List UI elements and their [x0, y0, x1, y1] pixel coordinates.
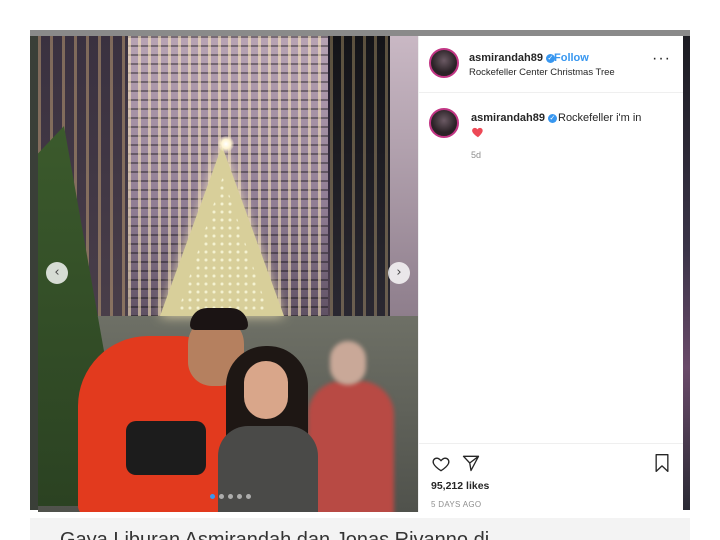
carousel-dot [246, 494, 251, 499]
likes-count[interactable]: 95,212 likes [431, 480, 489, 492]
comment-avatar[interactable] [429, 108, 459, 138]
share-send-icon[interactable] [461, 453, 481, 473]
avatar[interactable] [429, 48, 459, 78]
woman-face [244, 361, 288, 419]
building-right-facade [390, 36, 418, 336]
post-side-panel: asmirandah89 ✓ • Follow Rockefeller Cente… [418, 36, 683, 512]
header-username[interactable]: asmirandah89 ✓ [469, 52, 555, 64]
red-heart-icon [472, 127, 483, 138]
carousel-next-button[interactable]: › [388, 262, 410, 284]
post-date[interactable]: 5 DAYS AGO [431, 500, 481, 509]
post-photo[interactable]: ‹ › [38, 36, 418, 512]
article-caption-strip: Gaya Liburan Asmirandah dan Jonas Rivann… [30, 518, 690, 540]
post-header: asmirandah89 ✓ • Follow Rockefeller Cente… [419, 36, 683, 93]
embed-left-strip [30, 36, 38, 510]
bookmark-icon[interactable] [653, 453, 671, 473]
follow-separator: • [547, 51, 551, 63]
carousel-prev-button[interactable]: ‹ [46, 262, 68, 284]
header-username-text[interactable]: asmirandah89 [469, 52, 543, 64]
caption-text: Rockefeller i'm in [558, 112, 642, 124]
bystander-figure [308, 381, 394, 512]
man-hair [190, 308, 248, 330]
post-actions: 95,212 likes 5 DAYS AGO [419, 443, 683, 513]
follow-button[interactable]: Follow [554, 52, 589, 64]
article-caption: Gaya Liburan Asmirandah dan Jonas Rivann… [60, 529, 490, 540]
shoulder-bag [126, 421, 206, 475]
comment-username[interactable]: asmirandah89 ✓ [471, 112, 557, 124]
more-options-icon[interactable]: ··· [652, 50, 671, 68]
location-link[interactable]: Rockefeller Center Christmas Tree [469, 67, 615, 78]
carousel-dots [210, 494, 251, 499]
tree-star [218, 136, 234, 152]
comment-timestamp[interactable]: 5d [471, 150, 481, 160]
carousel-dot [210, 494, 215, 499]
like-heart-icon[interactable] [431, 454, 451, 474]
verified-badge-icon: ✓ [547, 114, 557, 123]
comment-username-text[interactable]: asmirandah89 [471, 112, 545, 124]
carousel-dot [237, 494, 242, 499]
embed-right-strip [682, 36, 690, 510]
bystander-head [330, 341, 366, 385]
carousel-dot [219, 494, 224, 499]
carousel-dot [228, 494, 233, 499]
woman-coat [218, 426, 318, 512]
